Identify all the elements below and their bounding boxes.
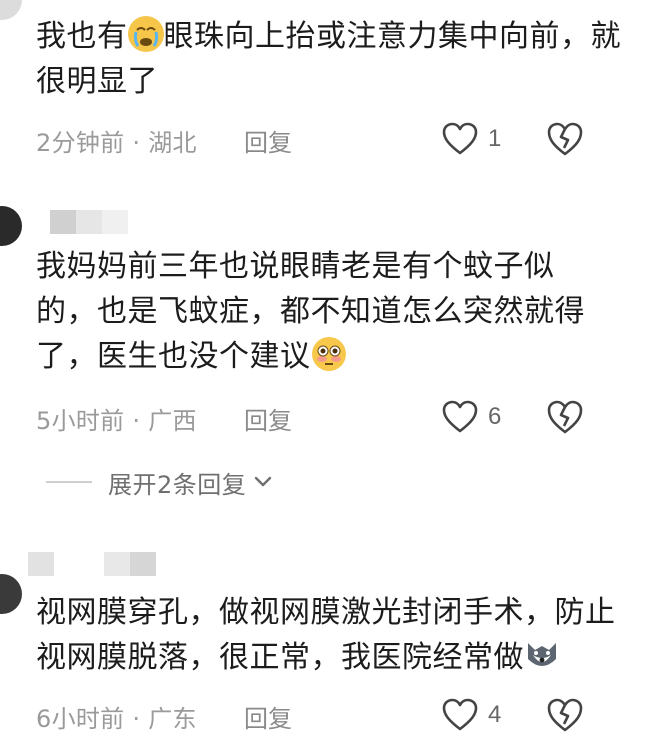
username-blurred [50, 210, 188, 234]
chevron-down-icon [255, 476, 272, 487]
comment-time-location: 2分钟前 · 湖北 [36, 128, 197, 157]
expand-replies-label: 展开2条回复 [108, 470, 247, 499]
broken-heart-icon[interactable] [546, 399, 584, 435]
username-blurred [28, 552, 156, 576]
like-count: 1 [488, 125, 502, 152]
broken-heart-icon[interactable] [546, 697, 584, 733]
comment-text: 我妈妈前三年也说眼睛老是有个蚊子似的，也是飞蚊症，都不知道怎么突然就得了，医生也… [36, 249, 585, 374]
avatar[interactable] [0, 0, 22, 20]
flushed-face-icon [311, 336, 347, 372]
reply-button[interactable]: 回复 [244, 699, 292, 734]
comment-text: 我也有 眼珠向上抬或注意力集中向前，就很明显了 [36, 14, 626, 104]
reply-button[interactable]: 回复 [244, 123, 292, 158]
comment-time-location: 5小时前 · 广西 [36, 406, 197, 435]
broken-heart-icon[interactable] [546, 121, 584, 157]
comment-text: 视网膜穿孔，做视网膜激光封闭手术，防止视网膜脱落，很正常，我医院经常做 [36, 595, 616, 675]
like-count: 4 [488, 701, 502, 728]
comment-time-location: 6小时前 · 广东 [36, 704, 197, 733]
like-button[interactable]: 6 [442, 400, 501, 434]
heart-icon [442, 122, 478, 155]
avatar[interactable] [0, 574, 22, 614]
avatar[interactable] [0, 206, 22, 246]
like-count: 6 [488, 403, 502, 430]
heart-icon [442, 400, 478, 433]
reply-button[interactable]: 回复 [244, 401, 292, 436]
crying-face-icon [127, 16, 164, 52]
expand-replies-button[interactable]: 展开2条回复 [46, 462, 272, 502]
comment-item: 我也有 眼珠向上抬或注意力集中向前，就很明显了 2分钟前 · 湖北 回复 1 [0, 0, 660, 180]
comment-item: 我妈妈前三年也说眼睛老是有个蚊子似的，也是飞蚊症，都不知道怎么突然就得了，医生也… [0, 196, 660, 496]
husky-dog-icon [524, 637, 560, 673]
like-button[interactable]: 4 [442, 698, 501, 732]
heart-icon [442, 698, 478, 731]
comment-item: 视网膜穿孔，做视网膜激光封闭手术，防止视网膜脱落，很正常，我医院经常做 6小时前… [0, 538, 660, 742]
like-button[interactable]: 1 [442, 122, 501, 156]
divider [46, 481, 92, 483]
